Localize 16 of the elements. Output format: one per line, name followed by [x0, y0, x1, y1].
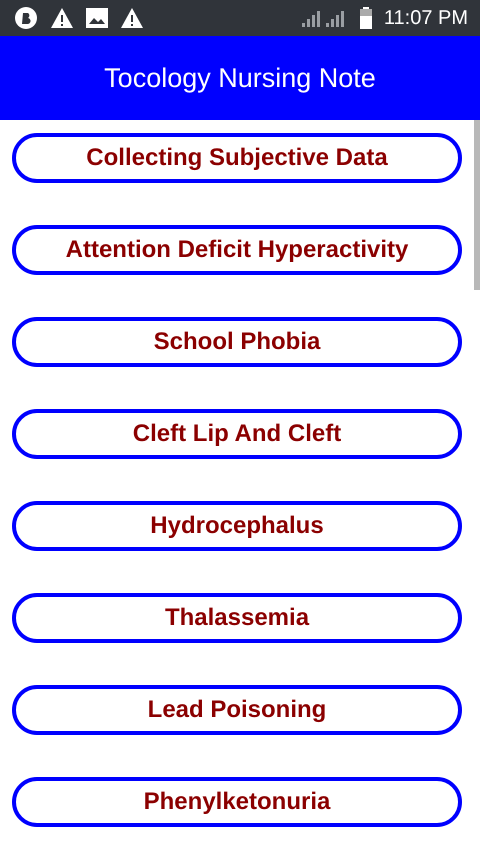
topic-button[interactable]: Cleft Lip And Cleft: [12, 409, 462, 459]
topic-button[interactable]: Collecting Subjective Data: [12, 133, 462, 183]
clock: 11:07 PM: [384, 6, 468, 30]
image-icon: [86, 8, 108, 28]
battery-icon: [360, 7, 372, 29]
topic-button[interactable]: Attention Deficit Hyperactivity: [12, 225, 462, 275]
topic-button[interactable]: School Phobia: [12, 317, 462, 367]
scrollbar[interactable]: [474, 120, 480, 290]
warning-icon: [50, 7, 74, 29]
topic-button[interactable]: Thalassemia: [12, 593, 462, 643]
app-title: Tocology Nursing Note: [104, 62, 376, 94]
topic-button[interactable]: Lead Poisoning: [12, 685, 462, 735]
warning-icon: [120, 7, 144, 29]
app-notification-icon: [14, 6, 38, 30]
topic-button[interactable]: Phenylketonuria: [12, 777, 462, 827]
topic-button[interactable]: Hydrocephalus: [12, 501, 462, 551]
